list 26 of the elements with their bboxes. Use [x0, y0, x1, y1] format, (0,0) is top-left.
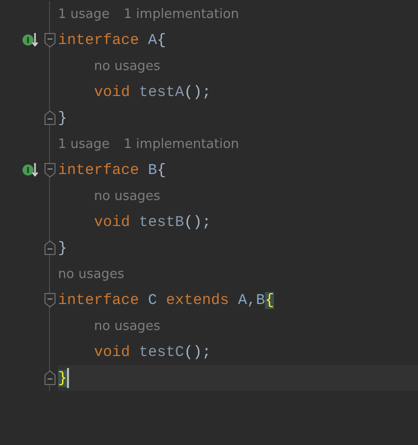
fold-icon[interactable] — [44, 370, 56, 386]
text-cursor — [67, 368, 70, 388]
code-line: void testB(); — [94, 214, 212, 230]
code-line: void testA(); — [94, 84, 212, 100]
code-line: } — [58, 240, 68, 256]
implementation-marker-icon[interactable] — [22, 162, 40, 178]
code-line: void testC(); — [94, 344, 212, 360]
fold-icon[interactable] — [44, 110, 56, 126]
fold-icon[interactable] — [44, 292, 56, 308]
usage-hint-link[interactable]: no usages — [94, 318, 160, 334]
usage-hint-link[interactable]: 1 usage — [58, 136, 110, 152]
usage-hint-link[interactable]: no usages — [94, 58, 160, 74]
usage-hint-link[interactable]: 1 implementation — [124, 136, 240, 152]
usage-hint-link[interactable]: 1 usage — [58, 6, 110, 22]
implementation-marker-icon[interactable] — [22, 32, 40, 48]
code-line: interface B{ — [58, 162, 166, 178]
code-line: interface A{ — [58, 32, 166, 48]
usage-hint-link[interactable]: no usages — [58, 266, 124, 282]
code-editor[interactable]: 1 usage 1 implementation interface A{ no usages void testA(); } 1 usage 1 implementation interface B{ no usages void testB(); } no usages interface C extends A,B{ no usages void testC(); } — [0, 0, 418, 445]
code-line: } — [58, 110, 68, 126]
fold-icon[interactable] — [44, 32, 56, 48]
usage-hint-link[interactable]: no usages — [94, 188, 160, 204]
fold-icon[interactable] — [44, 240, 56, 256]
code-line: interface C extends A,B{ — [58, 292, 274, 308]
usage-hint-link[interactable]: 1 implementation — [124, 6, 240, 22]
fold-icon[interactable] — [44, 162, 56, 178]
